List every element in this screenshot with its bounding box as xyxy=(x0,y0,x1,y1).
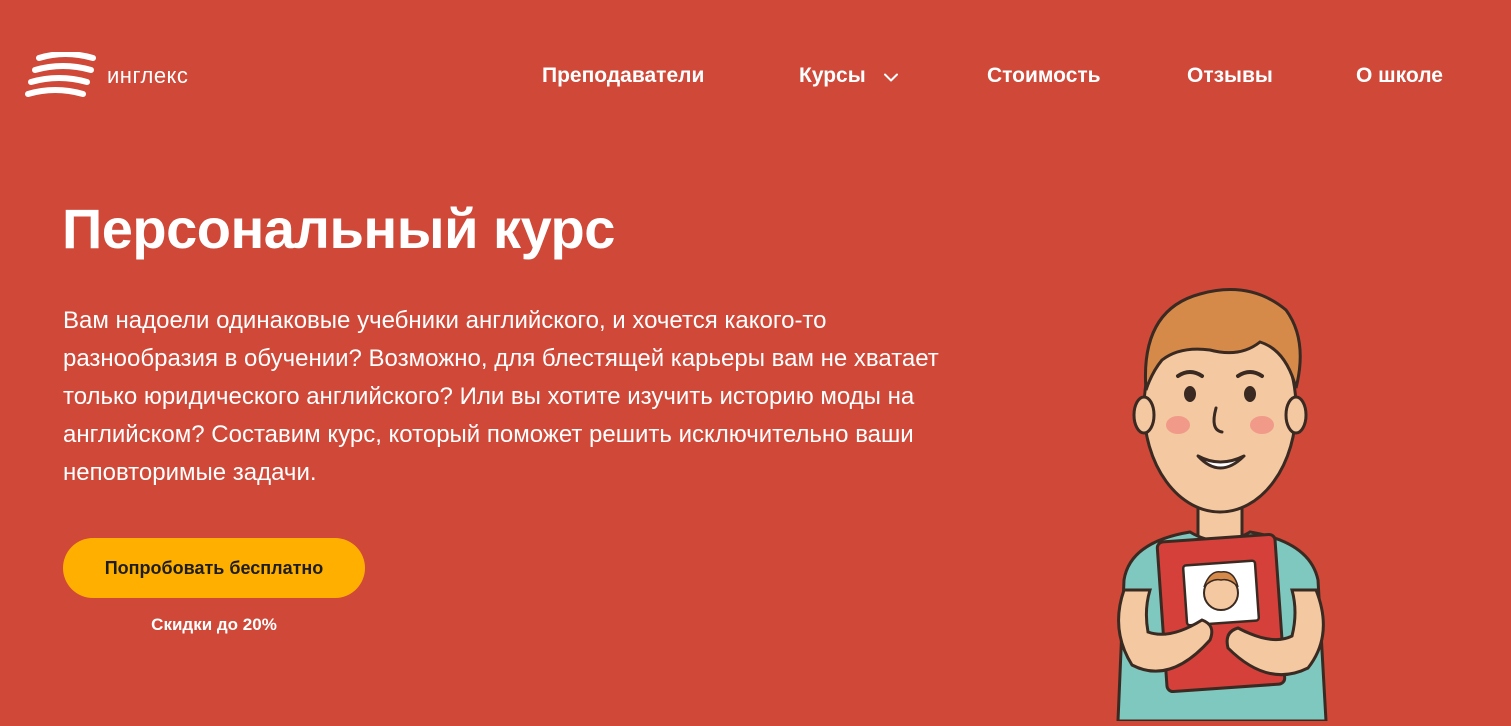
nav-item-label: Стоимость xyxy=(987,64,1101,87)
nav-item-label: Курсы xyxy=(799,64,866,87)
nav-item-teachers[interactable]: Преподаватели xyxy=(542,64,704,88)
try-free-button[interactable]: Попробовать бесплатно xyxy=(63,538,365,598)
nav-item-courses[interactable]: Курсы xyxy=(799,64,898,88)
nav-item-label: Преподаватели xyxy=(542,64,705,87)
hero-description: Вам надоели одинаковые учебники английск… xyxy=(63,307,939,486)
nav-item-label: Отзывы xyxy=(1187,64,1273,87)
page-title: Персональный курс xyxy=(62,197,615,260)
nav-item-label: О школе xyxy=(1356,64,1443,87)
main-nav: Преподаватели Курсы Стоимость Отзывы О ш… xyxy=(0,64,1511,92)
nav-item-about[interactable]: О школе xyxy=(1356,64,1443,88)
teacher-illustration xyxy=(1090,280,1350,723)
nav-item-pricing[interactable]: Стоимость xyxy=(987,64,1101,88)
chevron-down-icon xyxy=(883,64,898,88)
teacher-character-icon xyxy=(1116,288,1328,723)
discount-note: Скидки до 20% xyxy=(151,615,277,634)
nav-item-reviews[interactable]: Отзывы xyxy=(1187,64,1273,88)
